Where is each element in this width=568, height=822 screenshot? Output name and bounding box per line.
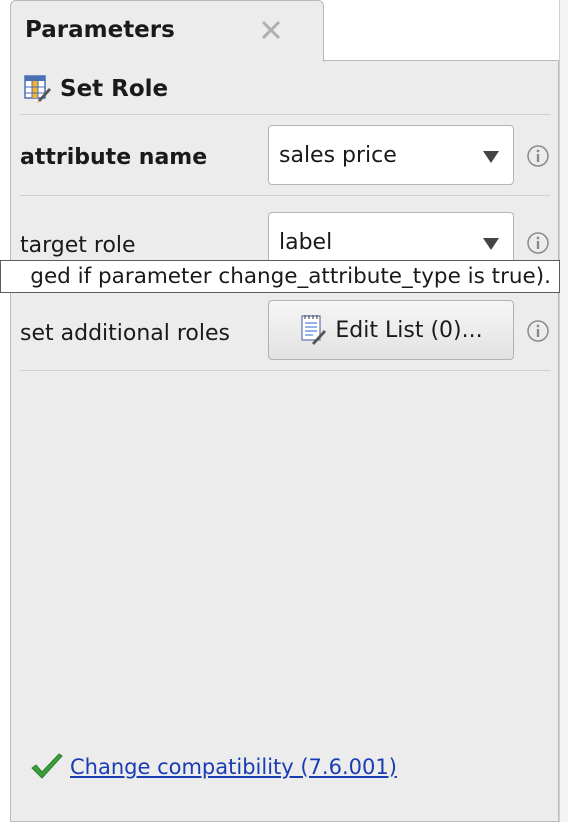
tooltip: ged if parameter change_attribute_type i… — [0, 260, 560, 293]
additional-roles-label: set additional roles — [20, 321, 230, 346]
change-compatibility-link[interactable]: Change compatibility (7.6.001) — [70, 755, 397, 779]
dropdown-arrow-icon — [483, 238, 499, 250]
attribute-name-value: sales price — [279, 143, 397, 168]
operator-header: Set Role — [24, 74, 168, 104]
tooltip-text: ged if parameter change_attribute_type i… — [30, 264, 551, 289]
checkmark-icon — [31, 753, 63, 779]
edit-list-button[interactable]: Edit List (0)... — [268, 300, 514, 360]
target-role-value: label — [279, 230, 333, 255]
target-role-label: target role — [20, 233, 136, 258]
info-icon[interactable] — [526, 319, 550, 343]
parameters-tab[interactable]: Parameters — [10, 0, 324, 62]
divider — [20, 114, 550, 115]
compatibility-row: Change compatibility (7.6.001) — [30, 752, 397, 782]
right-edge-strip — [559, 0, 568, 822]
edit-list-label: Edit List (0)... — [335, 317, 483, 343]
attribute-name-label: attribute name — [20, 145, 208, 170]
attribute-name-combobox[interactable]: sales price — [268, 125, 514, 185]
info-icon[interactable] — [526, 231, 550, 255]
info-icon[interactable] — [526, 144, 550, 168]
close-icon[interactable] — [256, 15, 286, 45]
divider — [20, 370, 550, 371]
divider — [20, 195, 550, 196]
dropdown-arrow-icon — [483, 151, 499, 163]
operator-title: Set Role — [60, 76, 169, 102]
table-edit-icon — [24, 75, 51, 103]
notepad-edit-icon — [301, 315, 327, 345]
tab-title: Parameters — [25, 17, 175, 43]
